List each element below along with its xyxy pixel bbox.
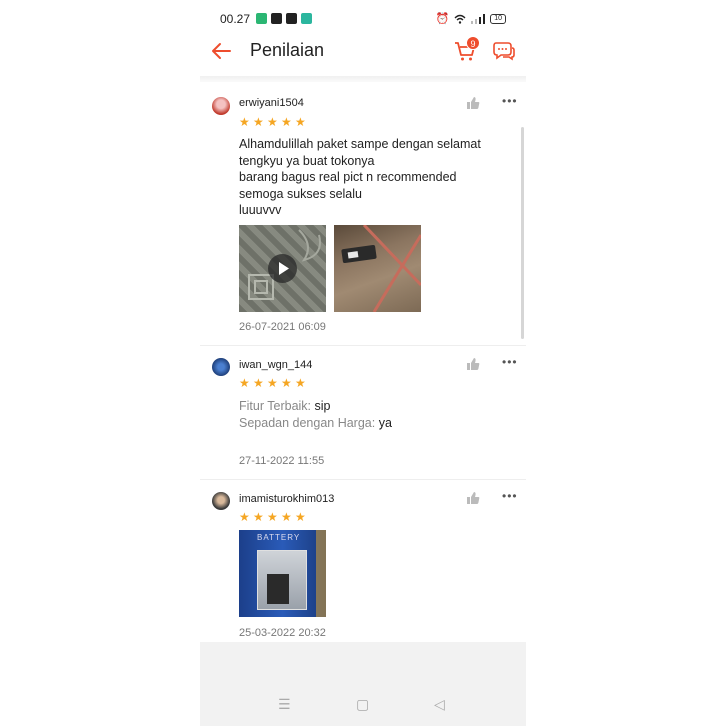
feature-label: Fitur Terbaik: bbox=[239, 399, 312, 413]
review-username: iwan_wgn_144 bbox=[239, 359, 313, 371]
star-icon: ★ bbox=[281, 510, 292, 524]
rating-stars: ★ ★ ★ ★ ★ bbox=[239, 510, 306, 524]
review-item: imamisturokhim013 ••• ★ ★ ★ ★ ★ BATTERY … bbox=[200, 480, 526, 642]
star-icon: ★ bbox=[295, 376, 306, 390]
status-indicators: ⏰ 10 bbox=[435, 12, 506, 25]
review-video-thumbnail[interactable] bbox=[239, 225, 326, 312]
recent-apps-icon[interactable]: ☰ bbox=[278, 696, 291, 713]
review-photo-thumbnail[interactable] bbox=[334, 225, 421, 312]
chat-app-icon bbox=[301, 13, 312, 24]
star-icon: ★ bbox=[295, 510, 306, 524]
like-icon[interactable] bbox=[466, 96, 480, 110]
feature-label: Sepadan dengan Harga: bbox=[239, 416, 376, 430]
app-header: Penilaian 9 bbox=[200, 36, 526, 76]
star-icon: ★ bbox=[281, 376, 292, 390]
like-icon[interactable] bbox=[466, 491, 480, 505]
review-text: Alhamdulillah paket sampe dengan selamat… bbox=[239, 136, 481, 219]
cart-badge: 9 bbox=[466, 36, 480, 50]
like-icon[interactable] bbox=[466, 357, 480, 371]
avatar[interactable] bbox=[212, 97, 230, 115]
review-username: erwiyani1504 bbox=[239, 97, 304, 109]
photo-edge bbox=[316, 530, 326, 617]
review-date: 27-11-2022 11:55 bbox=[239, 455, 325, 467]
feature-value: sip bbox=[314, 399, 331, 413]
feature-value: ya bbox=[378, 416, 392, 430]
status-bar: 00.27 ⏰ 10 bbox=[200, 0, 526, 36]
product-photo bbox=[341, 225, 421, 312]
more-options-icon[interactable]: ••• bbox=[502, 94, 518, 108]
review-date: 26-07-2021 06:09 bbox=[239, 321, 326, 333]
rating-stars: ★ ★ ★ ★ ★ bbox=[239, 115, 306, 129]
star-icon: ★ bbox=[267, 115, 278, 129]
star-icon: ★ bbox=[239, 376, 250, 390]
chat-icon[interactable] bbox=[492, 40, 516, 62]
scrollbar[interactable] bbox=[521, 127, 524, 339]
review-photo-thumbnail[interactable]: BATTERY bbox=[239, 530, 326, 617]
back-arrow-icon[interactable] bbox=[210, 40, 232, 62]
review-line: barang bagus real pict n recommended bbox=[239, 170, 457, 184]
star-icon: ★ bbox=[281, 115, 292, 129]
avatar[interactable] bbox=[212, 358, 230, 376]
star-icon: ★ bbox=[267, 510, 278, 524]
star-icon: ★ bbox=[267, 376, 278, 390]
star-icon: ★ bbox=[253, 510, 264, 524]
feature-best: Fitur Terbaik: sip bbox=[239, 399, 330, 413]
wifi-icon bbox=[454, 14, 466, 24]
review-line: tengkyu ya buat tokonya bbox=[239, 153, 375, 168]
notification-icons bbox=[256, 13, 312, 24]
back-nav-icon[interactable]: ◁ bbox=[434, 696, 445, 713]
star-icon: ★ bbox=[239, 510, 250, 524]
app-notification-icon bbox=[256, 13, 267, 24]
message-icon bbox=[286, 13, 297, 24]
star-icon: ★ bbox=[239, 115, 250, 129]
star-icon: ★ bbox=[253, 115, 264, 129]
status-time: 00.27 bbox=[220, 12, 251, 26]
signal-icon bbox=[471, 13, 486, 24]
review-item: iwan_wgn_144 ••• ★ ★ ★ ★ ★ Fitur Terbaik… bbox=[200, 346, 526, 480]
review-item: erwiyani1504 ••• ★ ★ ★ ★ ★ Alhamdulillah… bbox=[200, 88, 526, 346]
home-icon[interactable]: ▢ bbox=[356, 696, 369, 713]
battery-cell bbox=[267, 574, 289, 604]
review-date: 25-03-2022 20:32 bbox=[239, 627, 326, 639]
page-title: Penilaian bbox=[250, 40, 325, 60]
battery-icon: 10 bbox=[490, 13, 506, 24]
header-divider bbox=[200, 76, 526, 82]
battery-label-text: BATTERY bbox=[257, 533, 301, 542]
avatar[interactable] bbox=[212, 492, 230, 510]
review-line: Alhamdulillah paket sampe dengan selamat bbox=[239, 137, 481, 151]
play-button-icon[interactable] bbox=[268, 254, 297, 283]
star-icon: ★ bbox=[295, 115, 306, 129]
alarm-icon: ⏰ bbox=[435, 13, 450, 25]
more-options-icon[interactable]: ••• bbox=[502, 355, 518, 369]
star-icon: ★ bbox=[253, 376, 264, 390]
rating-stars: ★ ★ ★ ★ ★ bbox=[239, 376, 306, 390]
feature-value-for-price: Sepadan dengan Harga: ya bbox=[239, 416, 392, 430]
more-options-icon[interactable]: ••• bbox=[502, 489, 518, 503]
system-nav-bar: ☰ ▢ ◁ bbox=[200, 642, 526, 726]
review-username: imamisturokhim013 bbox=[239, 493, 335, 505]
review-line: luuuvvv bbox=[239, 203, 282, 217]
youtube-icon bbox=[271, 13, 282, 24]
phone-screen: 00.27 ⏰ 10 Penilaian 9 erwiyani1504 ••• … bbox=[200, 0, 526, 726]
review-line: semoga sukses selalu bbox=[239, 186, 362, 201]
